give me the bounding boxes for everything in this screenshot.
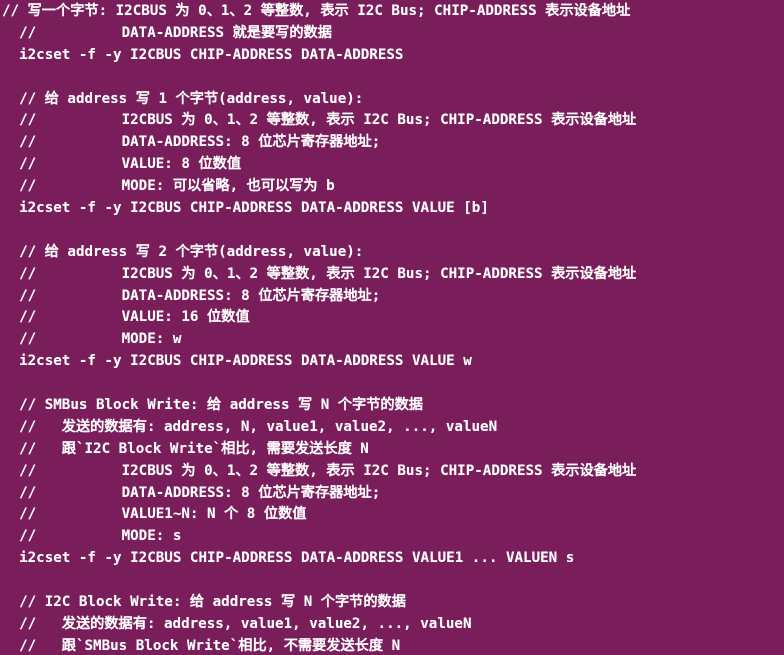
terminal-line: // 发送的数据有: address, N, value1, value2, .… — [2, 418, 498, 435]
terminal-line: // MODE: w — [2, 331, 182, 348]
terminal-output: // 写一个字节: I2CBUS 为 0、1、2 等整数, 表示 I2C Bus… — [2, 1, 784, 655]
terminal-line: // I2CBUS 为 0、1、2 等整数, 表示 I2C Bus; CHIP-… — [2, 112, 637, 129]
terminal-line: i2cset -f -y I2CBUS CHIP-ADDRESS DATA-AD… — [2, 353, 472, 370]
terminal-line: // 给 address 写 1 个字节(address, value): — [2, 90, 364, 107]
terminal-line: i2cset -f -y I2CBUS CHIP-ADDRESS DATA-AD… — [2, 200, 489, 217]
terminal-line: // 发送的数据有: address, value1, value2, ...,… — [2, 615, 472, 632]
terminal-line: // 跟`SMBus Block Write`相比, 不需要发送长度 N — [2, 637, 401, 654]
terminal-line: i2cset -f -y I2CBUS CHIP-ADDRESS DATA-AD… — [2, 550, 575, 567]
terminal-line: // I2CBUS 为 0、1、2 等整数, 表示 I2C Bus; CHIP-… — [2, 265, 637, 282]
terminal-window[interactable]: // 写一个字节: I2CBUS 为 0、1、2 等整数, 表示 I2C Bus… — [0, 0, 784, 655]
terminal-line: // MODE: 可以省略, 也可以写为 b — [2, 178, 335, 195]
terminal-line: // SMBus Block Write: 给 address 写 N 个字节的… — [2, 397, 423, 414]
terminal-line: // I2C Block Write: 给 address 写 N 个字节的数据 — [2, 594, 406, 611]
terminal-line: // VALUE1~N: N 个 8 位数值 — [2, 506, 307, 523]
terminal-line: // 写一个字节: I2CBUS 为 0、1、2 等整数, 表示 I2C Bus… — [2, 3, 631, 19]
terminal-line: i2cset -f -y I2CBUS CHIP-ADDRESS DATA-AD… — [2, 46, 404, 63]
terminal-line: // DATA-ADDRESS: 8 位芯片寄存器地址; — [2, 484, 381, 501]
terminal-line: // VALUE: 8 位数值 — [2, 156, 242, 173]
terminal-line: // DATA-ADDRESS: 8 位芯片寄存器地址; — [2, 134, 381, 151]
terminal-line: // MODE: s — [2, 528, 182, 545]
terminal-line: // DATA-ADDRESS 就是要写的数据 — [2, 24, 332, 41]
terminal-line: // VALUE: 16 位数值 — [2, 309, 250, 326]
terminal-line: // 跟`I2C Block Write`相比, 需要发送长度 N — [2, 440, 369, 457]
terminal-line: // I2CBUS 为 0、1、2 等整数, 表示 I2C Bus; CHIP-… — [2, 462, 637, 479]
terminal-line: // DATA-ADDRESS: 8 位芯片寄存器地址; — [2, 287, 381, 304]
terminal-line: // 给 address 写 2 个字节(address, value): — [2, 243, 364, 260]
